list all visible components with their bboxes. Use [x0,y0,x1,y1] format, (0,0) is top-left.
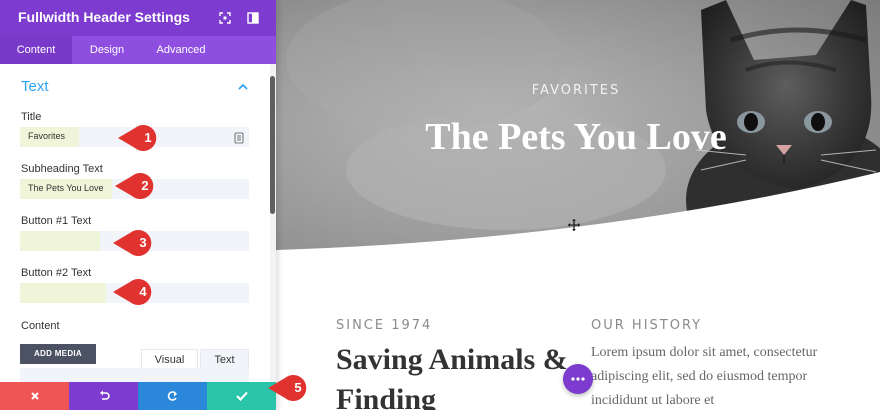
tab-design[interactable]: Design [72,36,142,64]
title-label: Title [21,111,42,123]
history-label: OUR HISTORY [591,318,703,333]
settings-panel: Fullwidth Header Settings Content Design… [0,0,276,410]
callout-4: 4 [113,277,161,307]
subheading-value: The Pets You Love [28,183,104,193]
panel-tabs: Content Design Advanced [0,36,276,64]
callout-number: 1 [144,130,152,145]
cancel-button[interactable] [0,382,69,410]
callout-5: 5 [268,373,316,403]
callout-number: 3 [139,235,147,250]
subheading-label: Subheading Text [21,163,103,175]
section-heading: Saving Animals & Finding [336,343,568,410]
callout-number: 4 [139,284,147,299]
callout-number: 2 [141,178,149,193]
sidebar-toggle-icon[interactable] [245,10,261,26]
dynamic-content-icon[interactable] [234,131,244,144]
redo-icon [167,391,177,401]
button1-label: Button #1 Text [21,215,92,227]
close-icon [30,392,39,400]
more-options-button[interactable] [563,364,593,394]
check-icon [235,391,248,401]
tab-visual-editor[interactable]: Visual [141,349,198,369]
content-editor[interactable] [20,368,249,382]
content-label: Content [21,320,60,332]
move-cursor-icon [568,218,580,231]
undo-icon [99,390,110,400]
section-title-text: Text [21,78,49,95]
panel-header: Fullwidth Header Settings [0,0,276,36]
button2-label: Button #2 Text [21,267,92,279]
save-button[interactable] [207,382,276,410]
page-preview: FAVORITES The Pets You Love SINCE 1974 O… [276,0,880,410]
tab-content[interactable]: Content [0,36,72,64]
callout-1: 1 [118,123,166,153]
scrollbar-thumb[interactable] [270,76,275,214]
tab-text-editor[interactable]: Text [200,349,249,369]
fullscreen-icon[interactable] [217,10,233,26]
undo-button[interactable] [69,382,138,410]
more-dots-icon [571,377,585,381]
field-highlight [20,283,106,303]
action-bar [0,382,276,410]
hero-title: The Pets You Love [425,116,727,158]
history-body-text: Lorem ipsum dolor sit amet, consectetur … [591,345,818,408]
redo-button[interactable] [138,382,207,410]
add-media-button[interactable]: ADD MEDIA [20,344,96,364]
tab-advanced[interactable]: Advanced [142,36,220,64]
fullwidth-header-hero[interactable]: FAVORITES The Pets You Love [276,0,880,260]
chevron-up-icon[interactable] [236,80,250,94]
since-label: SINCE 1974 [336,318,433,333]
callout-number: 5 [294,380,302,395]
title-value: Favorites [28,131,66,141]
panel-body: Text Title Favorites Subheading Text The… [0,64,270,382]
field-highlight [20,231,100,251]
callout-2: 2 [115,171,163,201]
panel-title: Fullwidth Header Settings [18,9,190,25]
callout-3: 3 [113,228,161,258]
hero-label: FAVORITES [531,83,621,98]
